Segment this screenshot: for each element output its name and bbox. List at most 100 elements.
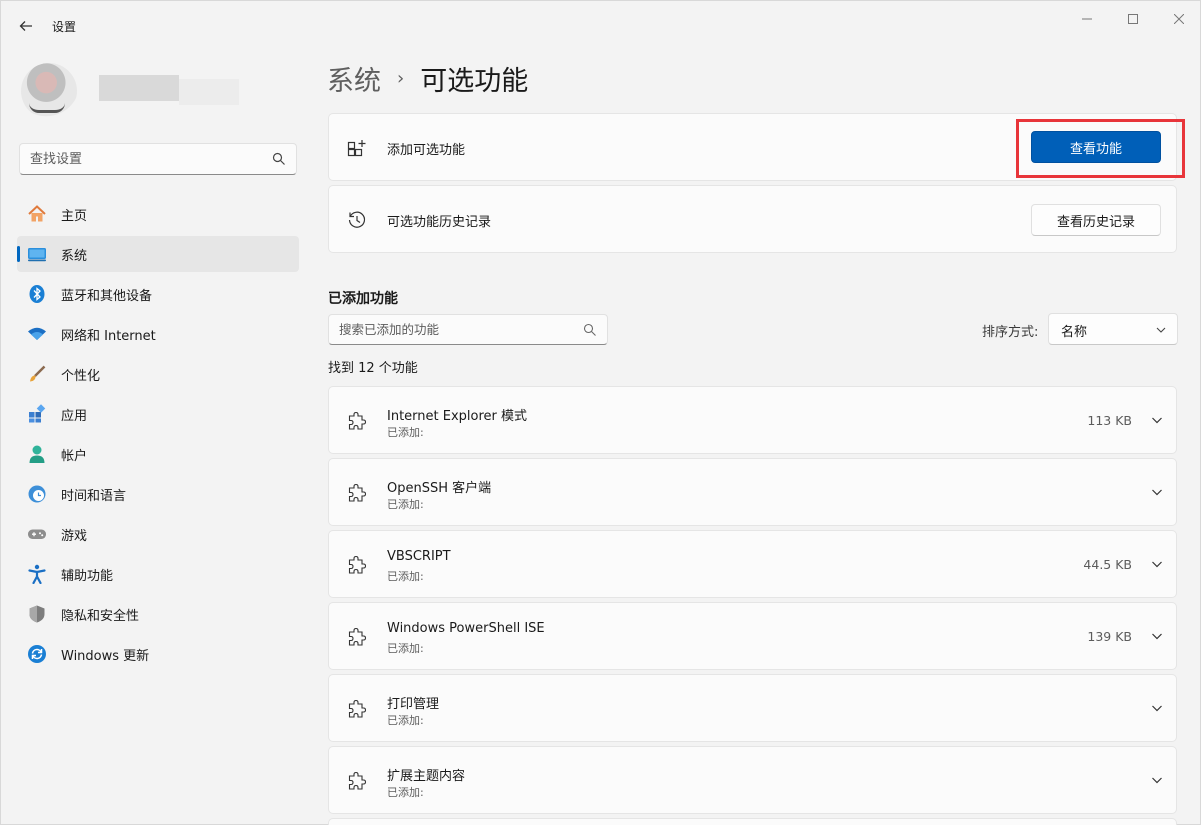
minimize-button[interactable] (1067, 7, 1107, 31)
sidebar-item-label: 辅助功能 (61, 568, 114, 584)
puzzle-icon (348, 627, 367, 646)
search-icon (272, 152, 285, 165)
close-button[interactable] (1159, 7, 1199, 31)
add-apps-icon (347, 140, 366, 157)
chevron-down-icon[interactable] (1150, 557, 1164, 571)
feature-status: 已添加: (387, 570, 424, 583)
settings-search[interactable] (19, 143, 297, 175)
sidebar-item-network[interactable]: 网络和 Internet (17, 316, 299, 352)
chevron-down-icon[interactable] (1150, 773, 1164, 787)
account-icon (27, 444, 47, 464)
sidebar-item-accounts[interactable]: 帐户 (17, 436, 299, 472)
sidebar-item-label: 游戏 (61, 528, 88, 544)
puzzle-icon (348, 699, 367, 718)
sidebar-nav: 主页 系统 蓝牙和其他设备 网络和 Internet 个性化 应用 帐户 时间和… (17, 196, 299, 676)
sort-value: 名称 (1061, 325, 1088, 340)
sidebar-item-personalization[interactable]: 个性化 (17, 356, 299, 392)
feature-row[interactable]: VBSCRIPT 已添加: 44.5 KB (328, 530, 1177, 598)
sort-label: 排序方式: (982, 325, 1039, 340)
maximize-button[interactable] (1113, 7, 1153, 31)
gamepad-icon (27, 524, 47, 544)
sidebar-item-time-language[interactable]: 时间和语言 (17, 476, 299, 512)
feature-name: OpenSSH 客户端 (387, 481, 492, 496)
clock-globe-icon (27, 484, 47, 504)
sidebar-item-label: 个性化 (61, 368, 101, 384)
feature-list: Internet Explorer 模式 已添加: 113 KB OpenSSH… (328, 386, 1177, 818)
breadcrumb-parent[interactable]: 系统 (327, 59, 381, 98)
search-icon (583, 323, 596, 336)
breadcrumb: 系统 › 可选功能 (327, 59, 528, 98)
feature-name: 扩展主题内容 (387, 769, 466, 784)
sidebar-item-windows-update[interactable]: Windows 更新 (17, 636, 299, 672)
sort-dropdown[interactable]: 名称 (1048, 313, 1178, 345)
avatar-decoration (29, 103, 65, 113)
sidebar-item-label: 隐私和安全性 (61, 608, 140, 624)
user-email-blurred (179, 79, 239, 105)
brush-icon (27, 364, 47, 384)
sidebar-item-home[interactable]: 主页 (17, 196, 299, 232)
minimize-icon (1082, 18, 1092, 20)
chevron-down-icon[interactable] (1150, 701, 1164, 715)
system-icon (27, 244, 47, 264)
sidebar-item-privacy[interactable]: 隐私和安全性 (17, 596, 299, 632)
feature-status: 已添加: (387, 786, 424, 799)
sidebar-item-system[interactable]: 系统 (17, 236, 299, 272)
view-history-button[interactable]: 查看历史记录 (1031, 204, 1161, 236)
feature-status: 已添加: (387, 714, 424, 727)
feature-name: 打印管理 (387, 697, 440, 712)
feature-search[interactable] (328, 314, 608, 345)
feature-history-label: 可选功能历史记录 (387, 215, 492, 230)
puzzle-icon (348, 411, 367, 430)
feature-row[interactable]: Windows PowerShell ISE 已添加: 139 KB (328, 602, 1177, 670)
accessibility-icon (27, 564, 47, 584)
feature-history-card: 可选功能历史记录 查看历史记录 (328, 185, 1177, 253)
sidebar-item-label: 时间和语言 (61, 488, 127, 504)
puzzle-icon (348, 771, 367, 790)
back-button[interactable] (13, 13, 39, 39)
title-bar: 设置 (1, 1, 1201, 49)
feature-size: 44.5 KB (1083, 557, 1132, 572)
puzzle-icon (348, 483, 367, 502)
user-name-blurred (99, 75, 179, 101)
close-icon (1174, 14, 1184, 24)
installed-features-heading: 已添加功能 (328, 291, 398, 307)
feature-row[interactable]: 扩展主题内容 已添加: (328, 746, 1177, 814)
user-profile[interactable] (19, 57, 239, 121)
add-feature-label: 添加可选功能 (387, 143, 466, 158)
sidebar-item-bluetooth[interactable]: 蓝牙和其他设备 (17, 276, 299, 312)
history-icon (348, 211, 366, 228)
feature-search-input[interactable] (329, 315, 579, 344)
feature-status: 已添加: (387, 498, 424, 511)
feature-row[interactable]: Internet Explorer 模式 已添加: 113 KB (328, 386, 1177, 454)
feature-name: Windows PowerShell ISE (387, 621, 545, 636)
puzzle-icon (348, 555, 367, 574)
sidebar-item-accessibility[interactable]: 辅助功能 (17, 556, 299, 592)
feature-row-partial[interactable] (328, 818, 1177, 825)
sidebar-item-label: 网络和 Internet (61, 328, 156, 344)
highlight-annotation (1016, 119, 1185, 178)
sidebar-item-label: 帐户 (61, 448, 88, 464)
sidebar-item-label: 应用 (61, 408, 88, 424)
feature-size: 113 KB (1087, 413, 1132, 428)
sidebar-item-gaming[interactable]: 游戏 (17, 516, 299, 552)
sidebar-item-label: Windows 更新 (61, 648, 150, 664)
feature-row[interactable]: OpenSSH 客户端 已添加: (328, 458, 1177, 526)
sidebar-item-apps[interactable]: 应用 (17, 396, 299, 432)
bluetooth-icon (27, 284, 47, 304)
app-title: 设置 (52, 20, 77, 34)
settings-search-input[interactable] (20, 144, 260, 174)
chevron-down-icon (1156, 327, 1166, 333)
back-arrow-icon (19, 21, 32, 31)
chevron-down-icon[interactable] (1150, 485, 1164, 499)
feature-status: 已添加: (387, 426, 424, 439)
chevron-down-icon[interactable] (1150, 629, 1164, 643)
wifi-icon (27, 324, 47, 344)
feature-row[interactable]: 打印管理 已添加: (328, 674, 1177, 742)
chevron-down-icon[interactable] (1150, 413, 1164, 427)
feature-name: VBSCRIPT (387, 549, 451, 564)
feature-name: Internet Explorer 模式 (387, 409, 528, 424)
result-count: 找到 12 个功能 (328, 361, 418, 376)
update-icon (27, 644, 47, 664)
apps-icon (27, 404, 47, 424)
sidebar-item-label: 主页 (61, 208, 88, 224)
